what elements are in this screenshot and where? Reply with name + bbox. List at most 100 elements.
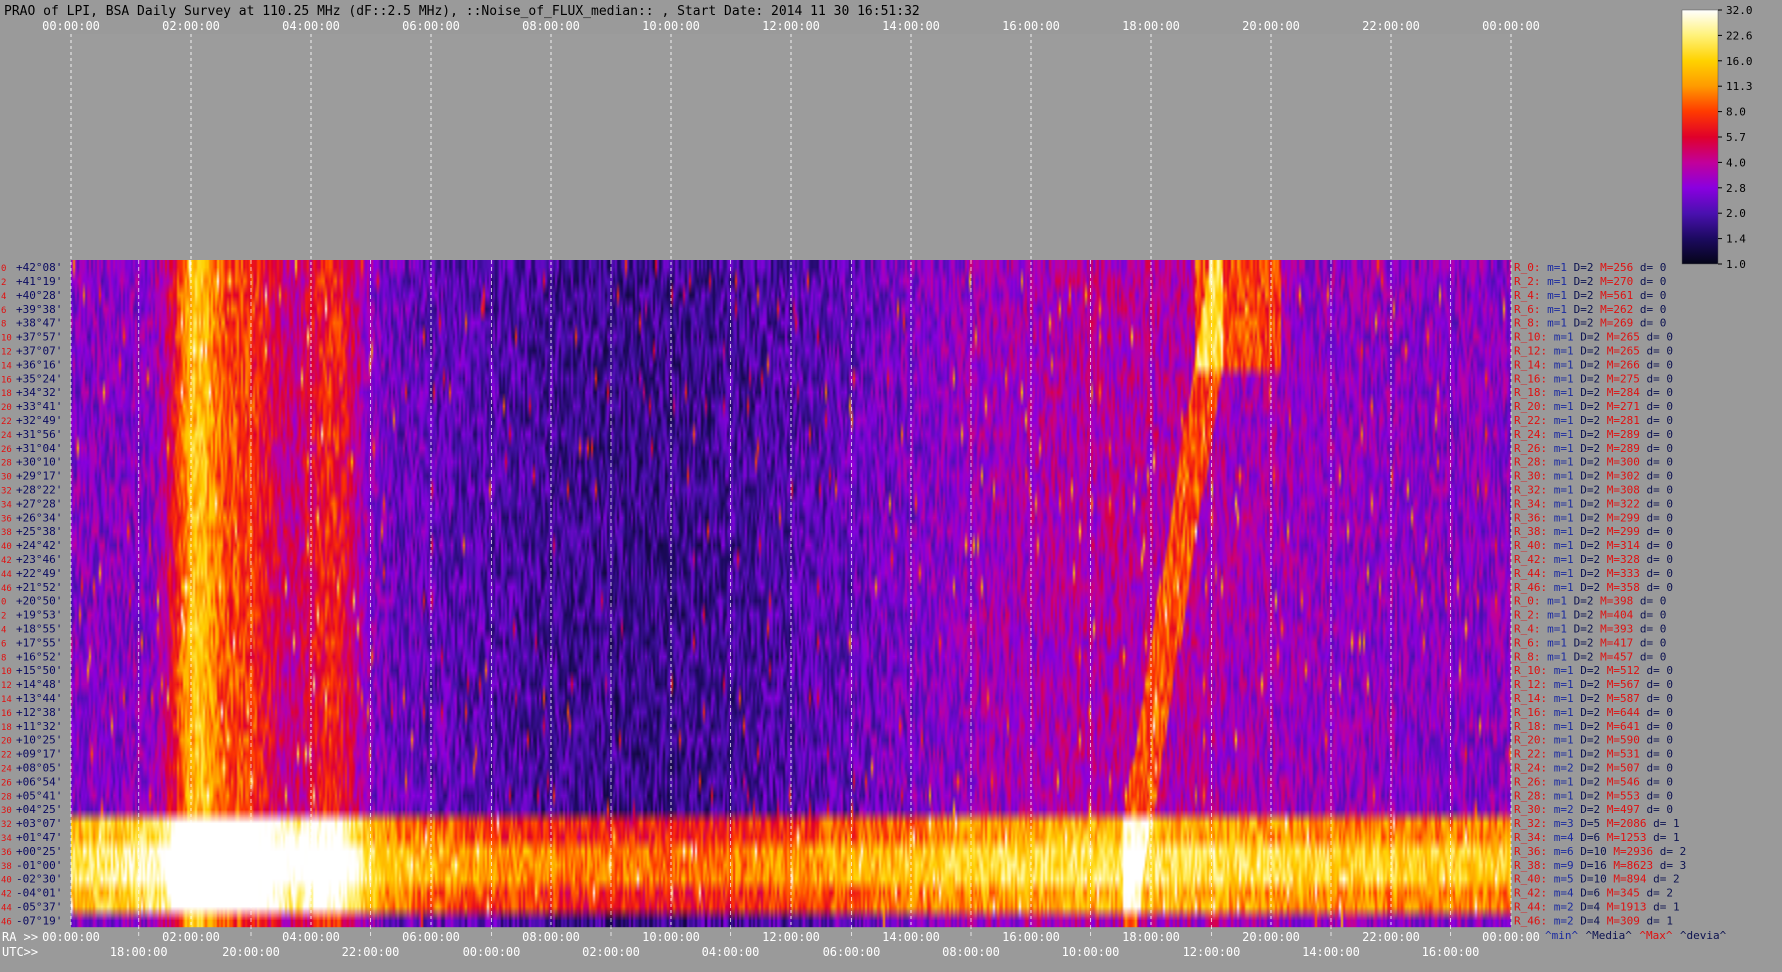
row-stat-line: R_40: m=1 D=2 M=314 d= 0 — [1514, 539, 1673, 552]
declination-label: +34°32' — [16, 386, 62, 399]
row-index-label: 28 — [1, 792, 12, 802]
utc-tick-label: 00:00:00 — [463, 945, 521, 959]
top-tick-label: 20:00:00 — [1242, 19, 1300, 33]
top-tick-label: 14:00:00 — [882, 19, 940, 33]
ra-tick-label: 18:00:00 — [1122, 930, 1180, 944]
declination-label: +29°17' — [16, 470, 62, 483]
utc-tick-label: 18:00:00 — [110, 945, 168, 959]
declination-label: +35°24' — [16, 372, 62, 385]
row-index-label: 22 — [1, 751, 12, 761]
row-stat-line: R_10: m=1 D=2 M=512 d= 0 — [1514, 664, 1673, 677]
declination-label: -01°00' — [16, 859, 62, 872]
colorbar-tick-label: 16.0 — [1726, 55, 1753, 68]
declination-label: +04°25' — [16, 803, 62, 816]
row-stat-line: R_10: m=1 D=2 M=265 d= 0 — [1514, 331, 1673, 344]
declination-label: +09°17' — [16, 748, 62, 761]
ra-tick-label: 16:00:00 — [1002, 930, 1060, 944]
colorbar-tick-label: 5.7 — [1726, 131, 1746, 144]
row-index-label: 34 — [1, 500, 12, 510]
row-index-label: 30 — [1, 473, 12, 483]
row-stat-line: R_34: m=4 D=6 M=1253 d= 1 — [1514, 831, 1680, 844]
row-stat-line: R_40: m=5 D=10 M=894 d= 2 — [1514, 873, 1680, 886]
row-index-label: 16 — [1, 709, 12, 719]
row-stat-line: R_24: m=2 D=2 M=507 d= 0 — [1514, 762, 1673, 775]
top-tick-label: 00:00:00 — [1482, 19, 1540, 33]
row-index-label: 46 — [1, 584, 12, 594]
declination-label: +22°49' — [16, 567, 62, 580]
row-stat-line: R_6: m=1 D=2 M=262 d= 0 — [1514, 303, 1666, 316]
row-index-label: 4 — [1, 626, 6, 636]
declination-label: +00°25' — [16, 845, 62, 858]
row-stat-line: R_18: m=1 D=2 M=284 d= 0 — [1514, 386, 1673, 399]
ra-tick-label: 04:00:00 — [282, 930, 340, 944]
declination-label: +28°22' — [16, 484, 62, 497]
row-stat-line: R_38: m=1 D=2 M=299 d= 0 — [1514, 525, 1673, 538]
row-stat-line: R_44: m=2 D=4 M=1913 d= 1 — [1514, 901, 1680, 914]
row-index-label: 14 — [1, 361, 12, 371]
ra-tick-label: 10:00:00 — [642, 930, 700, 944]
row-stat-line: R_18: m=1 D=2 M=641 d= 0 — [1514, 720, 1673, 733]
row-stat-line: R_2: m=1 D=2 M=270 d= 0 — [1514, 275, 1666, 288]
row-index-label: 46 — [1, 917, 12, 927]
row-index-label: 28 — [1, 459, 12, 469]
declination-label: +01°47' — [16, 831, 62, 844]
row-index-label: 4 — [1, 292, 6, 302]
row-index-label: 26 — [1, 445, 12, 455]
row-stat-line: R_22: m=1 D=2 M=281 d= 0 — [1514, 414, 1673, 427]
declination-label: +26°34' — [16, 511, 62, 524]
row-index-label: 10 — [1, 334, 12, 344]
colorbar-tick-label: 2.8 — [1726, 182, 1746, 195]
row-stat-line: R_32: m=1 D=2 M=308 d= 0 — [1514, 484, 1673, 497]
declination-label: +33°41' — [16, 400, 62, 413]
utc-axis-label: UTC>> — [2, 945, 38, 959]
row-stat-line: R_4: m=1 D=2 M=393 d= 0 — [1514, 623, 1666, 636]
row-index-label: 2 — [1, 278, 6, 288]
top-tick-label: 00:00:00 — [42, 19, 100, 33]
row-stat-line: R_30: m=1 D=2 M=302 d= 0 — [1514, 470, 1673, 483]
row-stat-line: R_22: m=1 D=2 M=531 d= 0 — [1514, 748, 1673, 761]
top-tick-label: 10:00:00 — [642, 19, 700, 33]
top-tick-label: 02:00:00 — [162, 19, 220, 33]
row-stat-line: R_42: m=4 D=6 M=345 d= 2 — [1514, 887, 1673, 900]
row-index-label: 8 — [1, 653, 6, 663]
row-index-label: 34 — [1, 834, 12, 844]
row-stat-line: R_46: m=1 D=2 M=358 d= 0 — [1514, 581, 1673, 594]
top-tick-label: 04:00:00 — [282, 19, 340, 33]
row-statistics: R_0: m=1 D=2 M=256 d= 0R_2: m=1 D=2 M=27… — [1514, 261, 1686, 927]
row-stat-line: R_12: m=1 D=2 M=265 d= 0 — [1514, 345, 1673, 358]
declination-label: +32°49' — [16, 414, 62, 427]
utc-tick-label: 04:00:00 — [702, 945, 760, 959]
row-index-label: 22 — [1, 417, 12, 427]
top-tick-label: 08:00:00 — [522, 19, 580, 33]
row-stat-line: R_34: m=1 D=2 M=322 d= 0 — [1514, 497, 1673, 510]
declination-label: -04°01' — [16, 887, 62, 900]
row-stat-line: R_36: m=6 D=10 M=2936 d= 2 — [1514, 845, 1686, 858]
declination-label: +18°55' — [16, 623, 62, 636]
row-stat-line: R_20: m=1 D=2 M=271 d= 0 — [1514, 400, 1673, 413]
ra-axis-label: RA >> — [2, 930, 38, 944]
row-index-label: 38 — [1, 862, 12, 872]
ra-tick-label: 12:00:00 — [762, 930, 820, 944]
row-index-label: 40 — [1, 876, 12, 886]
row-stat-line: R_16: m=1 D=2 M=275 d= 0 — [1514, 372, 1673, 385]
declination-label: +20°50' — [16, 595, 62, 608]
top-tick-label: 12:00:00 — [762, 19, 820, 33]
declination-label: +42°08' — [16, 261, 62, 274]
row-stat-line: R_26: m=1 D=2 M=546 d= 0 — [1514, 775, 1673, 788]
row-stat-line: R_20: m=1 D=2 M=590 d= 0 — [1514, 734, 1673, 747]
declination-label: +13°44' — [16, 692, 62, 705]
row-index-label: 18 — [1, 723, 12, 733]
ra-tick-label: 06:00:00 — [402, 930, 460, 944]
declination-label: +30°10' — [16, 456, 62, 469]
declination-label: -07°19' — [16, 914, 62, 927]
colorbar-tick-label: 11.3 — [1726, 80, 1753, 93]
row-stat-line: R_16: m=1 D=2 M=644 d= 0 — [1514, 706, 1673, 719]
declination-label: +37°57' — [16, 331, 62, 344]
declination-label: +41°19' — [16, 275, 62, 288]
colorbar-gradient — [1681, 9, 1719, 265]
utc-tick-label: 12:00:00 — [1183, 945, 1241, 959]
row-index-label: 6 — [1, 639, 6, 649]
utc-tick-label: 08:00:00 — [942, 945, 1000, 959]
row-index-label: 40 — [1, 542, 12, 552]
colorbar-tick-label: 1.4 — [1726, 233, 1746, 246]
